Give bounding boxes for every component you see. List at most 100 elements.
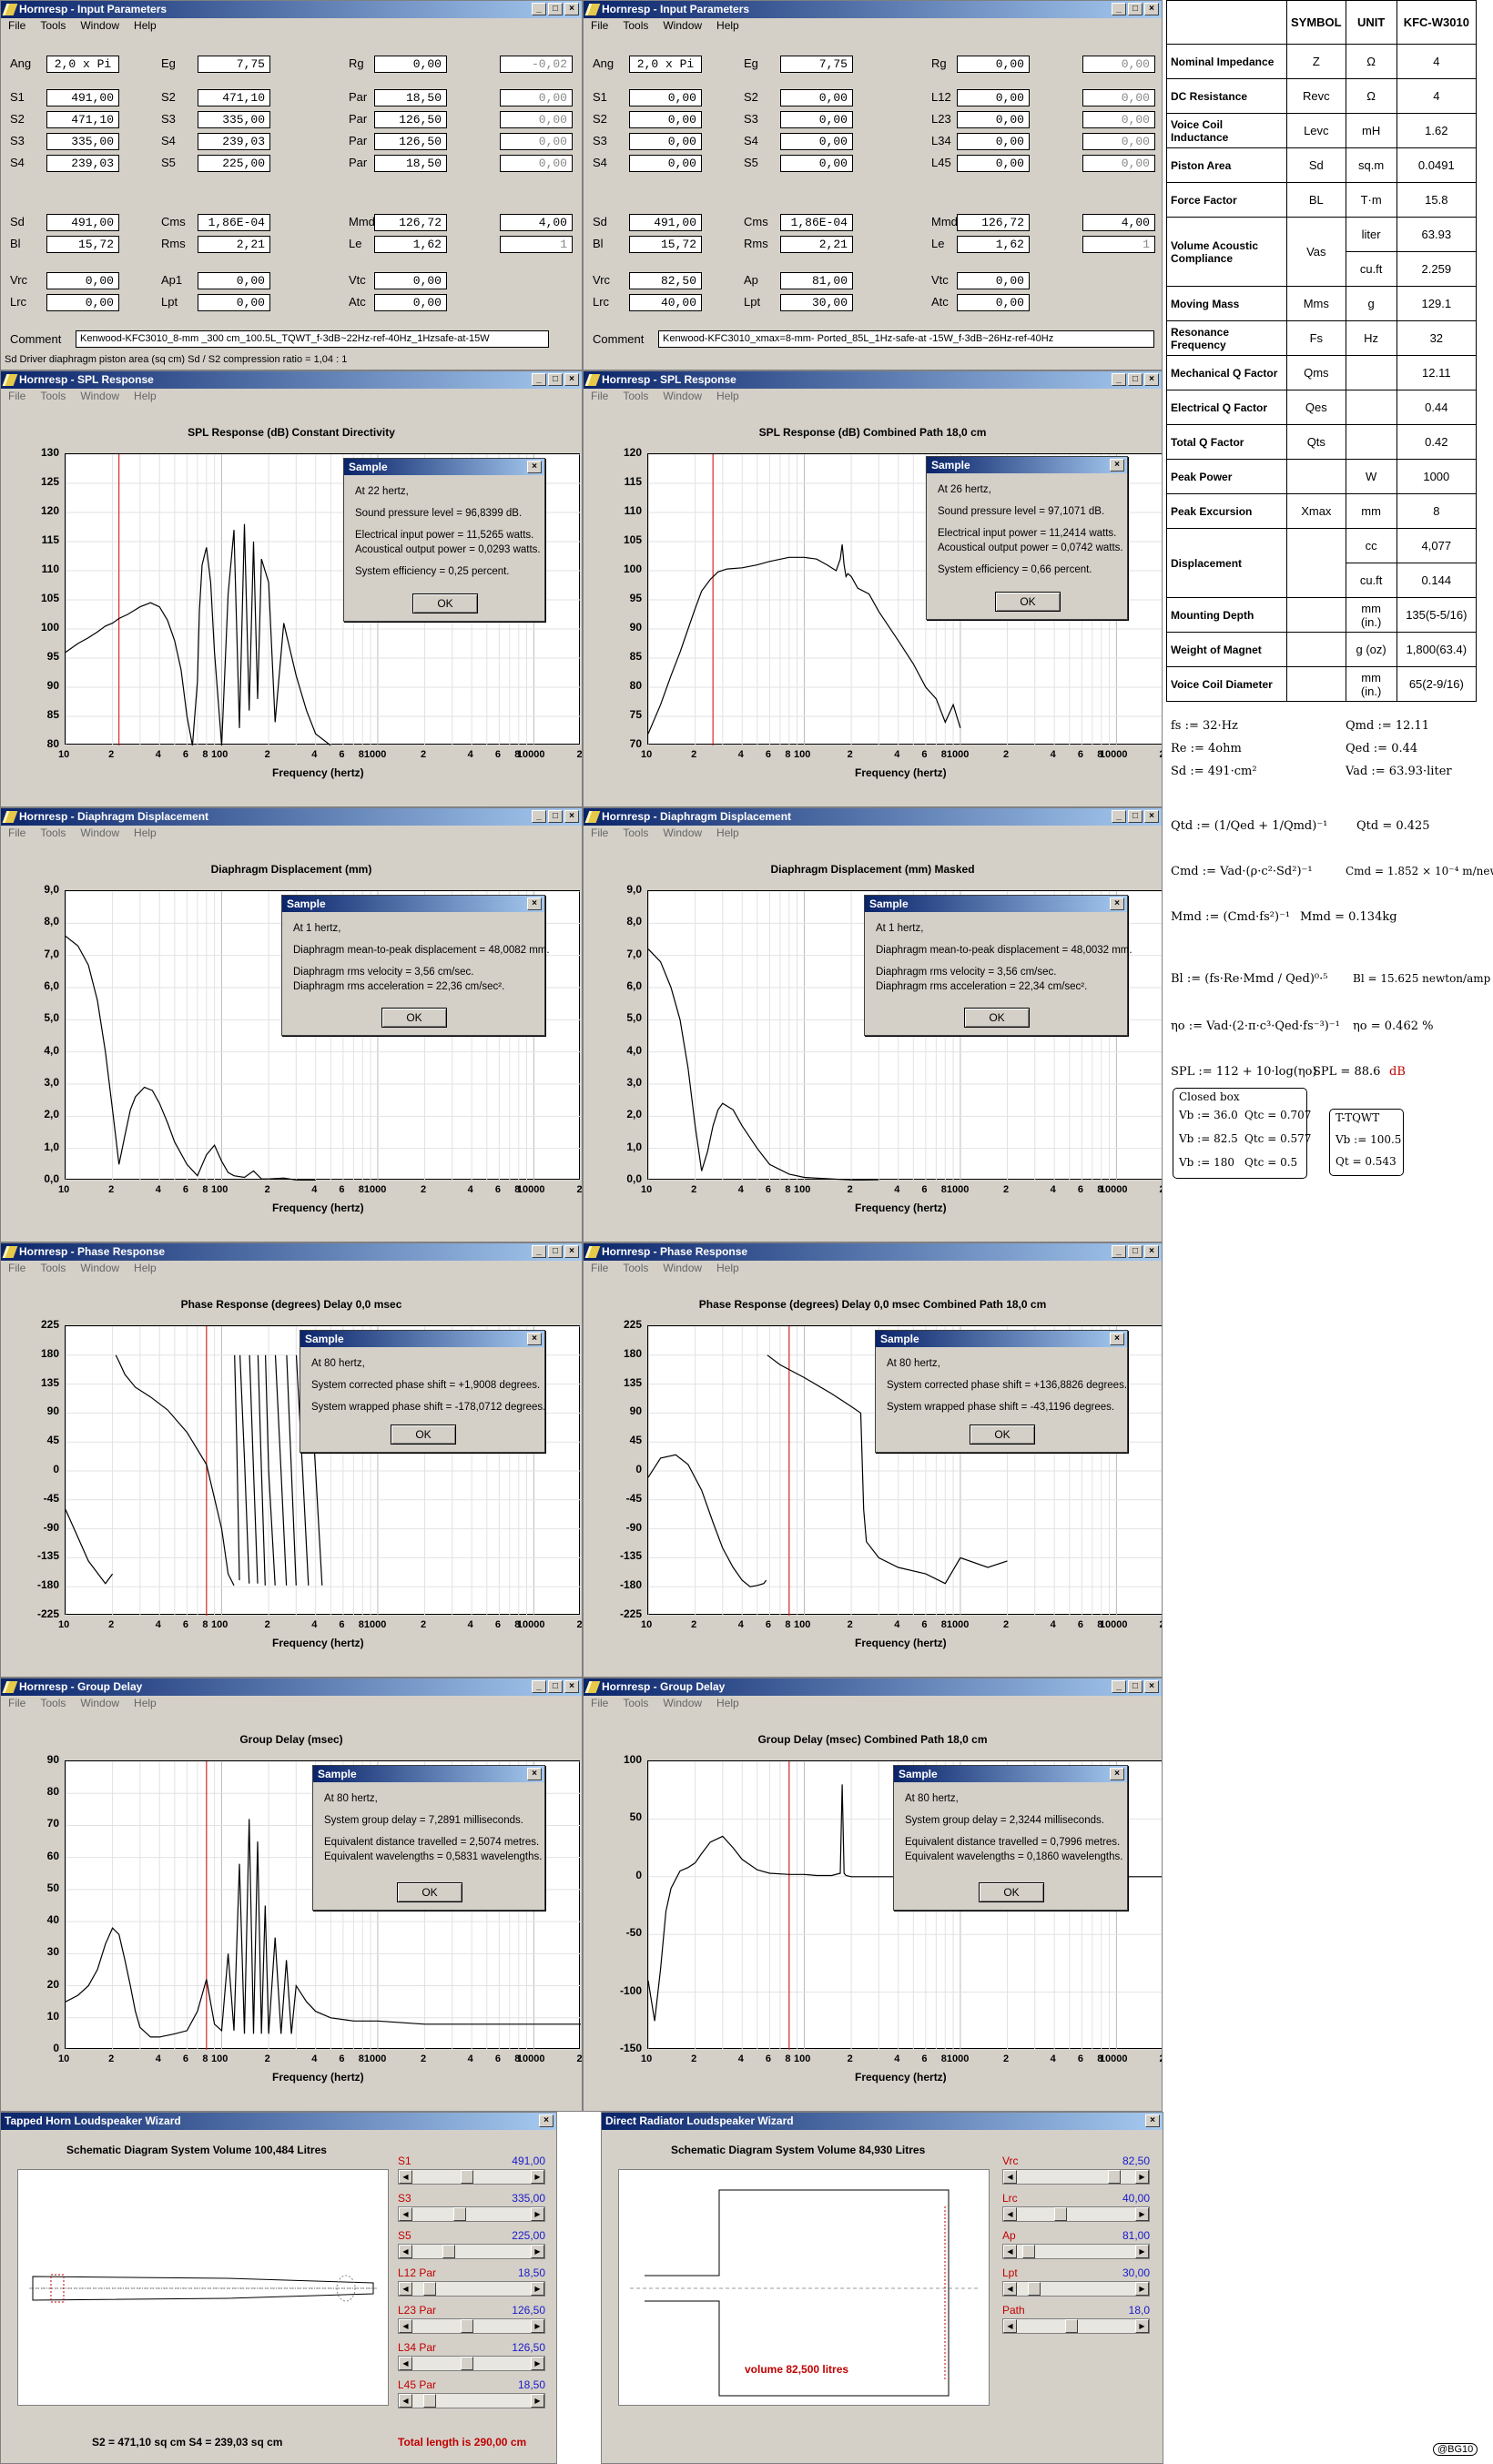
menu-file[interactable]: File <box>591 1261 608 1276</box>
param-field-vtc[interactable]: 0,00 <box>957 272 1030 289</box>
menu-tools[interactable]: Tools <box>40 826 66 841</box>
slider-3[interactable]: ◀ ▶ <box>398 2281 545 2297</box>
slider-right-arrow-icon[interactable]: ▶ <box>531 2319 544 2333</box>
param-field-l34[interactable]: 0,00 <box>957 133 1030 150</box>
close-button[interactable]: × <box>539 2114 554 2127</box>
ok-button[interactable]: OK <box>979 1882 1044 1902</box>
slider-0[interactable]: ◀ ▶ <box>1002 2169 1150 2185</box>
param-field-cir[interactable]: 0,00 <box>1082 56 1155 73</box>
close-button[interactable]: × <box>1144 1680 1159 1693</box>
param-field-s3[interactable]: 0,00 <box>780 111 853 128</box>
minimize-button[interactable]: _ <box>532 3 546 15</box>
param-field-lrc[interactable]: 40,00 <box>629 294 702 311</box>
param-field-par[interactable]: 18,50 <box>374 155 447 172</box>
dialog-close-button[interactable]: × <box>527 461 542 473</box>
minimize-button[interactable]: _ <box>532 1245 546 1258</box>
comment-field[interactable]: Kenwood-KFC3010_xmax=8-mm- Ported_85L_1H… <box>658 330 1154 348</box>
close-button[interactable]: × <box>564 1245 579 1258</box>
slider-left-arrow-icon[interactable]: ◀ <box>399 2170 412 2184</box>
ok-button[interactable]: OK <box>412 593 478 613</box>
slider-left-arrow-icon[interactable]: ◀ <box>1003 2170 1017 2184</box>
ok-button[interactable]: OK <box>381 1008 447 1028</box>
menu-tools[interactable]: Tools <box>40 389 66 404</box>
close-button[interactable]: × <box>1144 373 1159 386</box>
menu-tools[interactable]: Tools <box>623 18 648 34</box>
maximize-button[interactable]: □ <box>1128 3 1143 15</box>
param-field-lrc[interactable]: 0,00 <box>46 294 119 311</box>
param-field-lpt[interactable]: 30,00 <box>780 294 853 311</box>
slider-right-arrow-icon[interactable]: ▶ <box>531 2394 544 2408</box>
param-field-par[interactable]: 126,50 <box>374 111 447 128</box>
param-field-sd[interactable]: 491,00 <box>629 214 702 231</box>
menu-tools[interactable]: Tools <box>40 18 66 34</box>
param-field-rms[interactable]: 2,21 <box>198 236 270 253</box>
slider-right-arrow-icon[interactable]: ▶ <box>1135 2207 1149 2221</box>
param-field-s4[interactable]: 0,00 <box>780 133 853 150</box>
maximize-button[interactable]: □ <box>1128 373 1143 386</box>
slider-1[interactable]: ◀ ▶ <box>1002 2206 1150 2222</box>
ok-button[interactable]: OK <box>970 1425 1035 1445</box>
param-field-s2[interactable]: 0,00 <box>629 111 702 128</box>
close-button[interactable]: × <box>564 1680 579 1693</box>
slider-track[interactable] <box>1017 2282 1135 2296</box>
param-field-s2[interactable]: 471,10 <box>46 111 119 128</box>
close-button[interactable]: × <box>564 810 579 823</box>
param-field-le[interactable]: 1,62 <box>957 236 1030 253</box>
menu-help[interactable]: Help <box>134 389 157 404</box>
dialog-close-button[interactable]: × <box>527 1768 542 1780</box>
comment-field[interactable]: Kenwood-KFC3010_8-mm _300 cm_100.5L_TQWT… <box>76 330 549 348</box>
slider-2[interactable]: ◀ ▶ <box>398 2244 545 2259</box>
param-field-sd[interactable]: 491,00 <box>46 214 119 231</box>
slider-track[interactable] <box>412 2394 531 2408</box>
slider-thumb[interactable] <box>422 2394 436 2408</box>
menu-help[interactable]: Help <box>716 1696 739 1711</box>
menu-window[interactable]: Window <box>663 1261 702 1276</box>
slider-thumb[interactable] <box>461 2170 474 2184</box>
slider-track[interactable] <box>1017 2207 1135 2221</box>
slider-right-arrow-icon[interactable]: ▶ <box>531 2207 544 2221</box>
param-field-re[interactable]: 4,00 <box>1082 214 1155 231</box>
slider-left-arrow-icon[interactable]: ◀ <box>399 2282 412 2296</box>
menu-help[interactable]: Help <box>716 1261 739 1276</box>
menu-window[interactable]: Window <box>80 18 119 34</box>
maximize-button[interactable]: □ <box>548 3 563 15</box>
slider-right-arrow-icon[interactable]: ▶ <box>1135 2170 1149 2184</box>
slider-track[interactable] <box>412 2170 531 2184</box>
menu-tools[interactable]: Tools <box>40 1696 66 1711</box>
menu-window[interactable]: Window <box>663 1696 702 1711</box>
menu-window[interactable]: Window <box>663 18 702 34</box>
close-button[interactable]: × <box>564 373 579 386</box>
param-field-ap1[interactable]: 0,00 <box>198 272 270 289</box>
minimize-button[interactable]: _ <box>1112 3 1126 15</box>
menu-tools[interactable]: Tools <box>623 826 648 841</box>
minimize-button[interactable]: _ <box>1112 373 1126 386</box>
menu-help[interactable]: Help <box>716 18 739 34</box>
slider-right-arrow-icon[interactable]: ▶ <box>531 2357 544 2370</box>
param-field-f45[interactable]: 0,00 <box>1082 155 1155 172</box>
param-field-s2[interactable]: 0,00 <box>780 89 853 106</box>
ok-button[interactable]: OK <box>391 1425 456 1445</box>
dialog-close-button[interactable]: × <box>1110 1768 1124 1780</box>
menu-help[interactable]: Help <box>716 826 739 841</box>
close-button[interactable]: × <box>1144 810 1159 823</box>
menu-file[interactable]: File <box>591 18 608 34</box>
slider-left-arrow-icon[interactable]: ◀ <box>399 2319 412 2333</box>
menu-window[interactable]: Window <box>663 389 702 404</box>
param-field-s3[interactable]: 335,00 <box>46 133 119 150</box>
close-button[interactable]: × <box>1144 1245 1159 1258</box>
menu-help[interactable]: Help <box>134 18 157 34</box>
param-field-vtc[interactable]: 0,00 <box>374 272 447 289</box>
param-field-ang[interactable]: 2,0 x Pi <box>629 56 702 73</box>
param-field-re[interactable]: 4,00 <box>500 214 573 231</box>
menu-file[interactable]: File <box>8 18 25 34</box>
param-field-s5[interactable]: 225,00 <box>198 155 270 172</box>
param-field-le[interactable]: 1,62 <box>374 236 447 253</box>
menu-tools[interactable]: Tools <box>623 1261 648 1276</box>
slider-6[interactable]: ◀ ▶ <box>398 2393 545 2408</box>
param-field-f34[interactable]: 0,00 <box>1082 133 1155 150</box>
dialog-close-button[interactable]: × <box>1110 459 1124 472</box>
menu-help[interactable]: Help <box>134 1696 157 1711</box>
menu-file[interactable]: File <box>8 1696 25 1711</box>
menu-file[interactable]: File <box>8 1261 25 1276</box>
ok-button[interactable]: OK <box>397 1882 462 1902</box>
